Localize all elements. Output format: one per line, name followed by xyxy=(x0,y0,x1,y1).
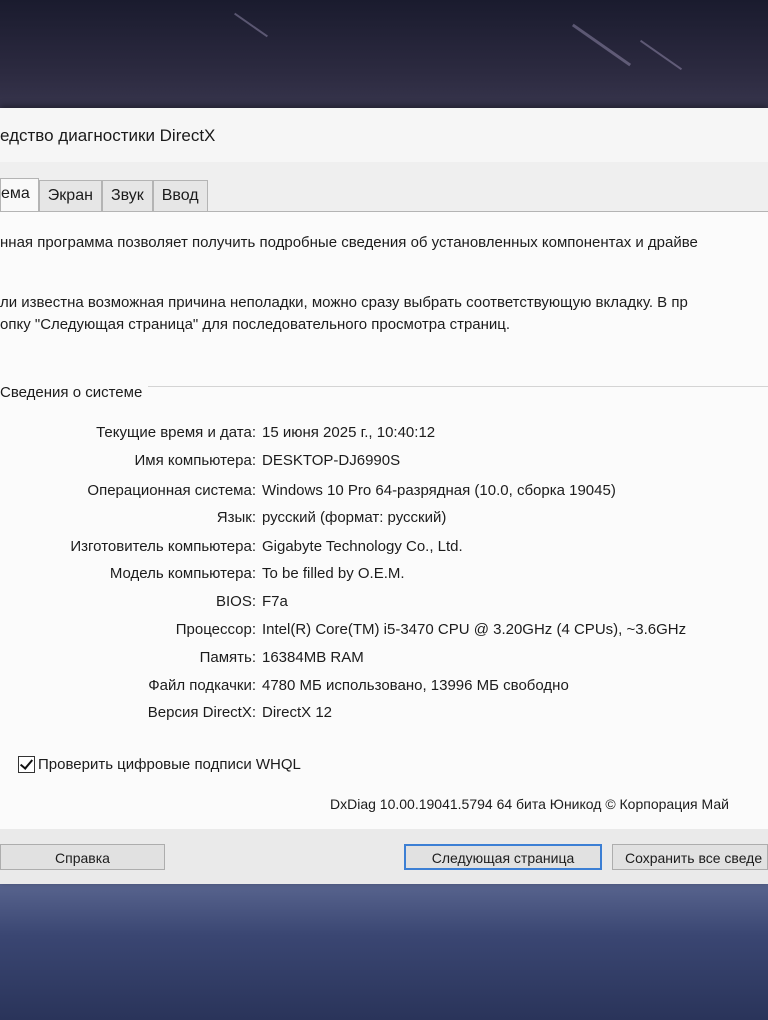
info-label: Память: xyxy=(199,649,256,666)
info-value: F7a xyxy=(262,593,288,610)
info-row-datetime: Текущие время и дата: 15 июня 2025 г., 1… xyxy=(0,424,768,448)
whql-checkbox[interactable] xyxy=(18,755,35,773)
info-value: DirectX 12 xyxy=(262,704,333,721)
help-button[interactable]: Справка xyxy=(0,844,165,870)
info-value: 4780 МБ использовано, 13996 МБ свободно xyxy=(262,677,569,694)
info-value: 16384MB RAM xyxy=(262,649,364,666)
dxdiag-window: едство диагностики DirectX ема Экран Зву… xyxy=(0,108,768,884)
info-row-computer-name: Имя компьютера: DESKTOP-DJ6990S xyxy=(0,452,768,476)
info-row-model: Модель компьютера: To be filled by O.E.M… xyxy=(0,565,768,589)
info-label: Версия DirectX: xyxy=(147,704,256,721)
tab-input[interactable]: Ввод xyxy=(152,180,208,211)
info-value: Windows 10 Pro 64-разрядная (10.0, сборк… xyxy=(262,482,616,499)
save-all-info-button[interactable]: Сохранить все сведе xyxy=(612,844,768,870)
info-label: BIOS: xyxy=(215,593,256,610)
desktop-wallpaper-top xyxy=(0,0,768,120)
info-row-directx-version: Версия DirectX: DirectX 12 xyxy=(0,704,768,728)
info-label: Модель компьютера: xyxy=(109,565,256,582)
info-label: Текущие время и дата: xyxy=(96,424,256,441)
info-value: To be filled by O.E.M. xyxy=(262,565,405,582)
info-row-manufacturer: Изготовитель компьютера: Gigabyte Techno… xyxy=(0,538,768,562)
tab-display[interactable]: Экран xyxy=(38,180,102,211)
info-label: Файл подкачки: xyxy=(148,677,256,694)
tab-strip: ема Экран Звук Ввод xyxy=(0,178,208,212)
intro-text-line-1: нная программа позволяет получить подроб… xyxy=(0,234,698,251)
info-value: 15 июня 2025 г., 10:40:12 xyxy=(262,424,436,441)
bottom-button-bar: Справка Следующая страница Сохранить все… xyxy=(0,829,768,884)
whql-checkbox-row[interactable]: Проверить цифровые подписи WHQL xyxy=(18,754,301,774)
intro-text-line-3: опку "Следующая страница" для последоват… xyxy=(0,316,511,333)
info-row-page-file: Файл подкачки: 4780 МБ использовано, 139… xyxy=(0,677,768,701)
info-row-language: Язык: русский (формат: русский) xyxy=(0,509,768,533)
info-value: DESKTOP-DJ6990S xyxy=(262,452,401,469)
info-label: Имя компьютера: xyxy=(134,452,256,469)
system-info-section-title: Сведения о системе xyxy=(0,384,149,401)
info-label: Изготовитель компьютера: xyxy=(70,538,256,555)
desktop-wallpaper-bottom xyxy=(0,880,768,1020)
info-row-memory: Память: 16384MB RAM xyxy=(0,649,768,673)
info-label: Операционная система: xyxy=(87,482,256,499)
info-row-bios: BIOS: F7a xyxy=(0,593,768,617)
info-label: Язык: xyxy=(216,509,256,526)
info-value: русский (формат: русский) xyxy=(262,509,447,526)
info-row-processor: Процессор: Intel(R) Core(TM) i5-3470 CPU… xyxy=(0,621,768,645)
intro-text-line-2: ли известна возможная причина неполадки,… xyxy=(0,294,688,311)
tab-system[interactable]: ема xyxy=(0,178,39,212)
info-value: Intel(R) Core(TM) i5-3470 CPU @ 3.20GHz … xyxy=(262,621,687,638)
info-row-os: Операционная система: Windows 10 Pro 64-… xyxy=(0,482,768,506)
title-bar[interactable]: едство диагностики DirectX xyxy=(0,108,768,162)
dxdiag-version-line: DxDiag 10.00.19041.5794 64 бита Юникод ©… xyxy=(330,796,729,812)
next-page-button[interactable]: Следующая страница xyxy=(404,844,602,870)
whql-checkbox-label: Проверить цифровые подписи WHQL xyxy=(38,755,301,773)
info-label: Процессор: xyxy=(175,621,256,638)
tab-sound[interactable]: Звук xyxy=(101,180,153,211)
info-value: Gigabyte Technology Co., Ltd. xyxy=(262,538,463,555)
wallpaper-streak xyxy=(639,39,683,71)
system-tab-panel: нная программа позволяет получить подроб… xyxy=(0,211,768,884)
wallpaper-streak xyxy=(571,23,632,67)
window-title: едство диагностики DirectX xyxy=(0,126,216,145)
wallpaper-streak xyxy=(234,12,268,38)
